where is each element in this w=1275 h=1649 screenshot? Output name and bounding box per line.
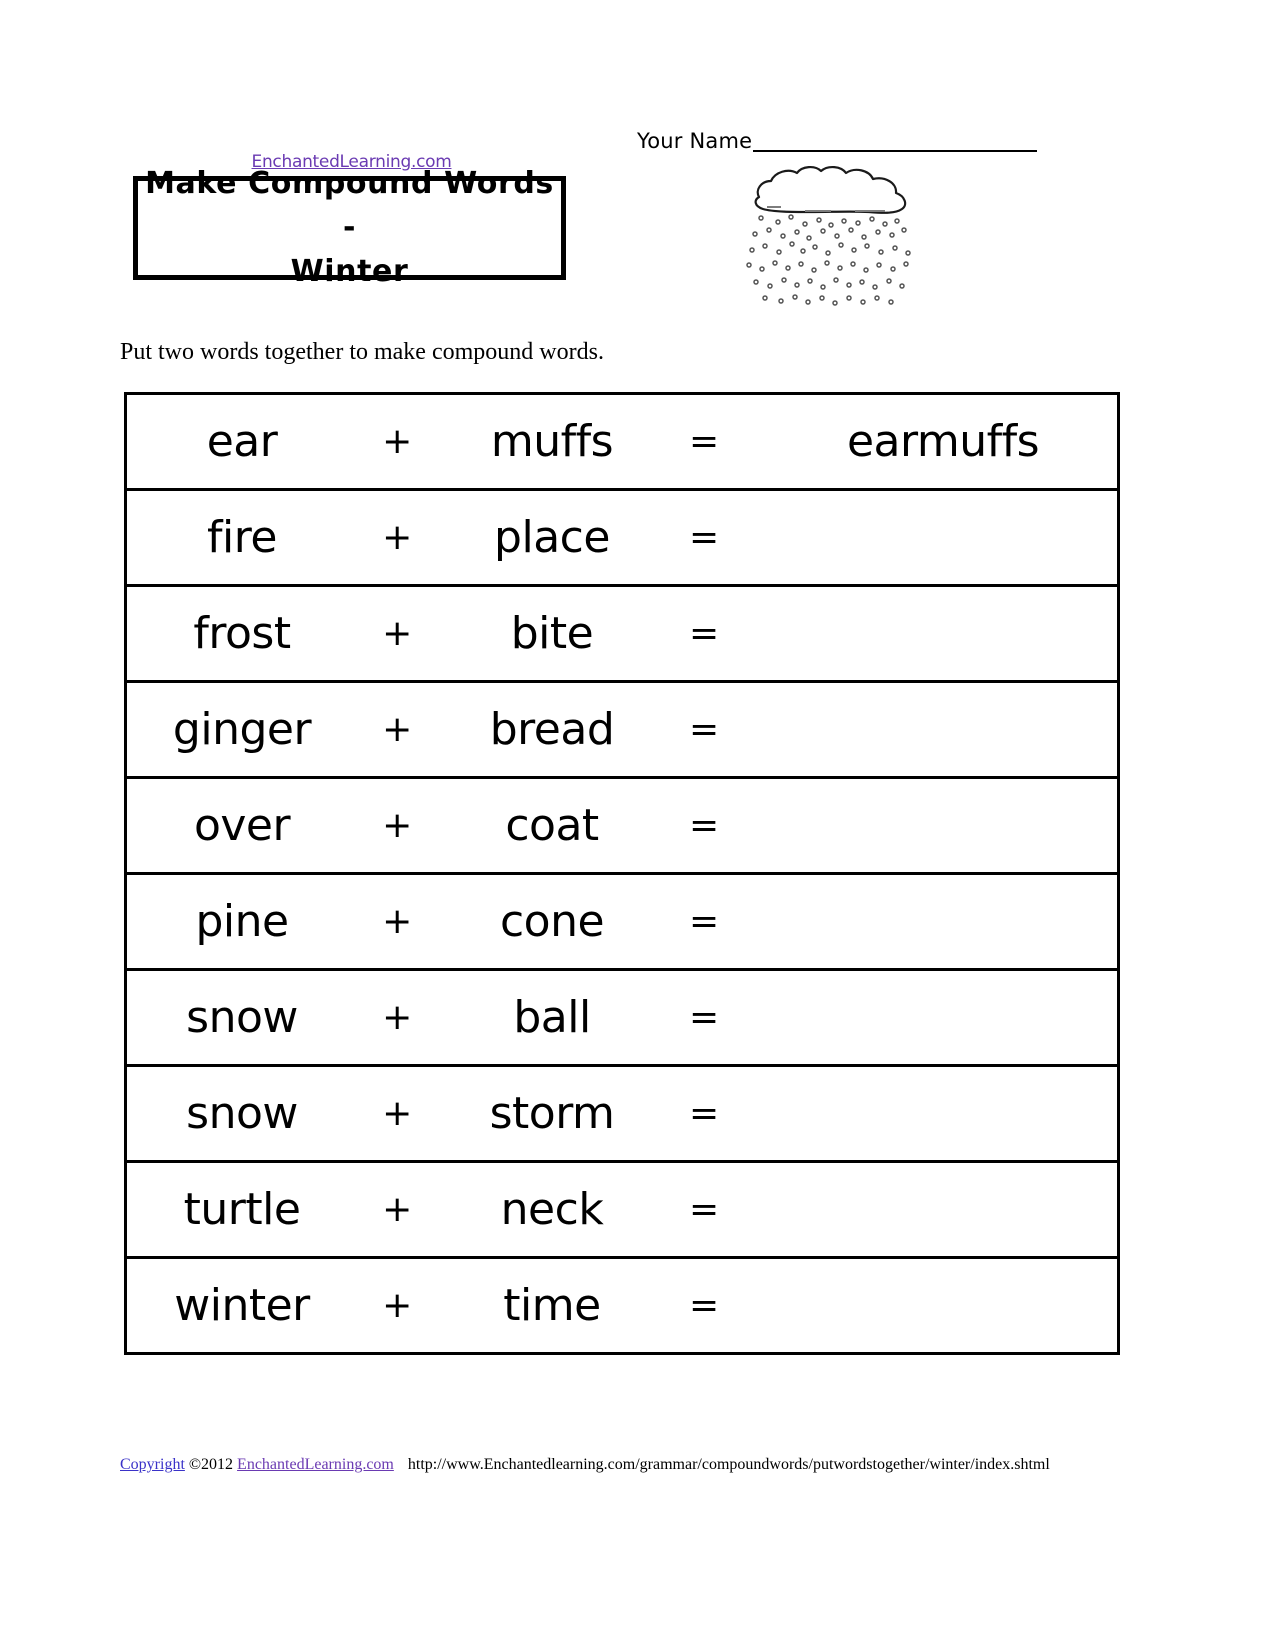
word2-cell: coat bbox=[437, 776, 667, 875]
word2-cell: bite bbox=[437, 584, 667, 683]
plus-operator: + bbox=[357, 488, 437, 587]
table-row: over + coat = bbox=[124, 776, 1120, 875]
answer-cell[interactable] bbox=[769, 776, 1120, 875]
plus-operator: + bbox=[357, 680, 437, 779]
equals-operator: = bbox=[667, 968, 769, 1067]
your-name-input-blank[interactable] bbox=[753, 133, 1037, 152]
answer-cell[interactable]: earmuffs bbox=[769, 392, 1120, 491]
your-name-label: Your Name bbox=[637, 129, 753, 153]
instruction-text: Put two words together to make compound … bbox=[120, 339, 604, 365]
word1-cell: snow bbox=[124, 1064, 357, 1163]
answer-cell[interactable] bbox=[769, 1064, 1120, 1163]
word1-cell: fire bbox=[124, 488, 357, 587]
word1-cell: ear bbox=[124, 392, 357, 491]
table-row: pine + cone = bbox=[124, 872, 1120, 971]
plus-operator: + bbox=[357, 776, 437, 875]
table-row: snow + storm = bbox=[124, 1064, 1120, 1163]
plus-operator: + bbox=[357, 1064, 437, 1163]
word1-cell: snow bbox=[124, 968, 357, 1067]
word2-cell: storm bbox=[437, 1064, 667, 1163]
word1-cell: over bbox=[124, 776, 357, 875]
copyright-link[interactable]: Copyright bbox=[120, 1456, 185, 1473]
equals-operator: = bbox=[667, 584, 769, 683]
plus-operator: + bbox=[357, 1160, 437, 1259]
answer-cell[interactable] bbox=[769, 680, 1120, 779]
name-line: Your Name bbox=[637, 131, 1037, 152]
plus-operator: + bbox=[357, 1256, 437, 1355]
plus-operator: + bbox=[357, 872, 437, 971]
word2-cell: cone bbox=[437, 872, 667, 971]
footer: Copyright ©2012 EnchantedLearning.com htt… bbox=[120, 1455, 1050, 1474]
answer-cell[interactable] bbox=[769, 1160, 1120, 1259]
table-row: turtle + neck = bbox=[124, 1160, 1120, 1259]
table-row: snow + ball = bbox=[124, 968, 1120, 1067]
worksheet-title-box: Make Compound Words - Winter bbox=[133, 166, 566, 289]
enchantedlearning-link-footer[interactable]: EnchantedLearning.com bbox=[237, 1456, 394, 1473]
table-row: winter + time = bbox=[124, 1256, 1120, 1355]
word1-cell: ginger bbox=[124, 680, 357, 779]
word1-cell: frost bbox=[124, 584, 357, 683]
table-row: frost + bite = bbox=[124, 584, 1120, 683]
word2-cell: time bbox=[437, 1256, 667, 1355]
table-row: ear + muffs = earmuffs bbox=[124, 392, 1120, 491]
answer-cell[interactable] bbox=[769, 584, 1120, 683]
word2-cell: bread bbox=[437, 680, 667, 779]
word1-cell: turtle bbox=[124, 1160, 357, 1259]
worksheet-url: http://www.Enchantedlearning.com/grammar… bbox=[407, 1456, 1050, 1473]
word2-cell: muffs bbox=[437, 392, 667, 491]
table-row: ginger + bread = bbox=[124, 680, 1120, 779]
page-title: Make Compound Words - Winter bbox=[145, 166, 554, 289]
table-row: fire + place = bbox=[124, 488, 1120, 587]
plus-operator: + bbox=[357, 584, 437, 683]
word2-cell: neck bbox=[437, 1160, 667, 1259]
equals-operator: = bbox=[667, 1256, 769, 1355]
plus-operator: + bbox=[357, 392, 437, 491]
equals-operator: = bbox=[667, 1064, 769, 1163]
copyright-year: ©2012 bbox=[188, 1456, 234, 1473]
compound-words-table-body: ear + muffs = earmuffs fire + place = frost + bite =… bbox=[124, 392, 1120, 1355]
answer-cell[interactable] bbox=[769, 1256, 1120, 1355]
snow-cloud-icon bbox=[745, 164, 925, 309]
answer-cell[interactable] bbox=[769, 872, 1120, 971]
word1-cell: winter bbox=[124, 1256, 357, 1355]
answer-cell[interactable] bbox=[769, 488, 1120, 587]
word2-cell: ball bbox=[437, 968, 667, 1067]
plus-operator: + bbox=[357, 968, 437, 1067]
word2-cell: place bbox=[437, 488, 667, 587]
compound-words-table: ear + muffs = earmuffs fire + place = frost + bite =… bbox=[124, 392, 1120, 1355]
equals-operator: = bbox=[667, 488, 769, 587]
answer-cell[interactable] bbox=[769, 968, 1120, 1067]
equals-operator: = bbox=[667, 392, 769, 491]
equals-operator: = bbox=[667, 680, 769, 779]
equals-operator: = bbox=[667, 776, 769, 875]
word1-cell: pine bbox=[124, 872, 357, 971]
equals-operator: = bbox=[667, 1160, 769, 1259]
equals-operator: = bbox=[667, 872, 769, 971]
